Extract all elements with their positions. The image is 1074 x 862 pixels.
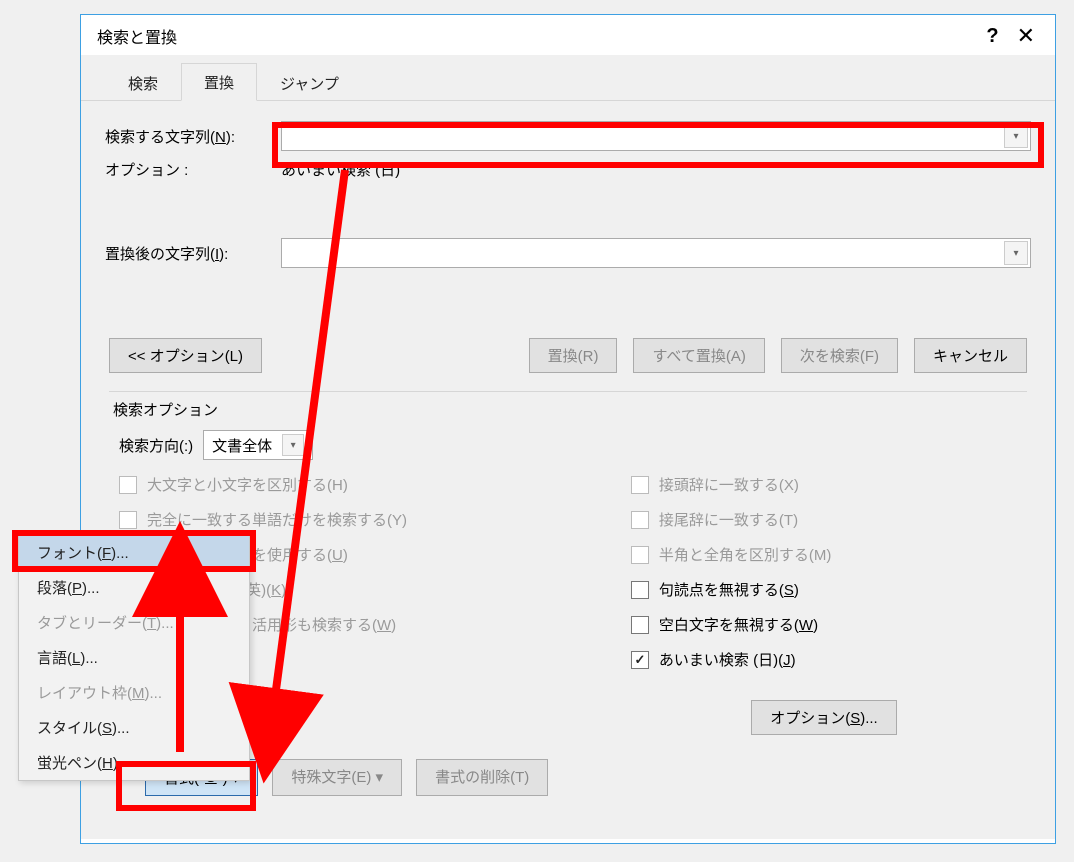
check-whole-word: 完全に一致する単語だけを検索する(Y)	[119, 509, 591, 530]
find-what-label: 検索する文字列(N):	[105, 126, 281, 147]
menu-highlight[interactable]: 蛍光ペン(H)	[19, 745, 249, 780]
direction-select[interactable]: 文書全体 ▾	[203, 430, 313, 460]
special-button[interactable]: 特殊文字(E) ▾	[272, 759, 402, 796]
menu-font[interactable]: フォント(F)...	[19, 535, 249, 570]
main-button-row: << オプション(L) 置換(R) すべて置換(A) 次を検索(F) キャンセル	[105, 332, 1031, 385]
replace-button[interactable]: 置換(R)	[529, 338, 618, 373]
find-next-button[interactable]: 次を検索(F)	[781, 338, 898, 373]
checks-right: 接頭辞に一致する(X) 接尾辞に一致する(T) 半角と全角を区別する(M) 句読…	[631, 474, 1017, 735]
titlebar: 検索と置換 ? ✕	[81, 15, 1055, 55]
close-icon[interactable]: ✕	[1017, 23, 1035, 49]
window-controls: ? ✕	[986, 23, 1043, 49]
tab-jump[interactable]: ジャンプ	[257, 64, 362, 101]
check-prefix: 接頭辞に一致する(X)	[631, 474, 1017, 495]
dialog-title: 検索と置換	[97, 24, 177, 48]
replace-row: 置換後の文字列(I): ▾	[105, 238, 1031, 268]
chevron-down-icon[interactable]: ▾	[1004, 124, 1028, 148]
find-what-input[interactable]: ▾	[281, 121, 1031, 151]
option-row: オプション : あいまい検索 (日)	[105, 159, 1031, 180]
cancel-button[interactable]: キャンセル	[914, 338, 1027, 373]
options-dialog-button[interactable]: オプション(S)...	[751, 700, 897, 735]
option-value: あいまい検索 (日)	[281, 159, 400, 180]
menu-frame: レイアウト枠(M)...	[19, 675, 249, 710]
checkbox-icon	[631, 476, 649, 494]
find-row: 検索する文字列(N): ▾	[105, 121, 1031, 151]
check-punctuation[interactable]: 句読点を無視する(S)	[631, 579, 1017, 600]
chevron-down-icon[interactable]: ▾	[1004, 241, 1028, 265]
check-match-case: 大文字と小文字を区別する(H)	[119, 474, 591, 495]
tab-find[interactable]: 検索	[105, 64, 181, 101]
no-formatting-button[interactable]: 書式の削除(T)	[416, 759, 548, 796]
check-fuzzy-jp[interactable]: あいまい検索 (日)(J)	[631, 649, 1017, 670]
checkbox-icon	[631, 511, 649, 529]
fieldset-title: 検索オプション	[109, 399, 222, 420]
chevron-down-icon[interactable]: ▾	[282, 434, 304, 456]
checkbox-icon[interactable]	[631, 616, 649, 634]
replace-with-label: 置換後の文字列(I):	[105, 243, 281, 264]
checkbox-icon[interactable]	[631, 651, 649, 669]
replace-all-button[interactable]: すべて置換(A)	[633, 338, 764, 373]
checkbox-icon	[119, 476, 137, 494]
checkbox-icon	[631, 546, 649, 564]
check-whitespace[interactable]: 空白文字を無視する(W)	[631, 614, 1017, 635]
direction-label: 検索方向(:)	[119, 435, 193, 456]
check-width: 半角と全角を区別する(M)	[631, 544, 1017, 565]
menu-language[interactable]: 言語(L)...	[19, 640, 249, 675]
direction-row: 検索方向(:) 文書全体 ▾	[109, 420, 1027, 474]
menu-style[interactable]: スタイル(S)...	[19, 710, 249, 745]
format-context-menu: フォント(F)... 段落(P)... タブとリーダー(T)... 言語(L).…	[18, 534, 250, 781]
tabs: 検索 置換 ジャンプ	[81, 63, 1055, 101]
help-icon[interactable]: ?	[986, 25, 998, 48]
replace-with-input[interactable]: ▾	[281, 238, 1031, 268]
tab-replace[interactable]: 置換	[181, 63, 257, 101]
check-suffix: 接尾辞に一致する(T)	[631, 509, 1017, 530]
checkbox-icon	[119, 511, 137, 529]
less-options-button[interactable]: << オプション(L)	[109, 338, 262, 373]
menu-tabs: タブとリーダー(T)...	[19, 605, 249, 640]
menu-paragraph[interactable]: 段落(P)...	[19, 570, 249, 605]
option-label: オプション :	[105, 159, 281, 180]
checkbox-icon[interactable]	[631, 581, 649, 599]
